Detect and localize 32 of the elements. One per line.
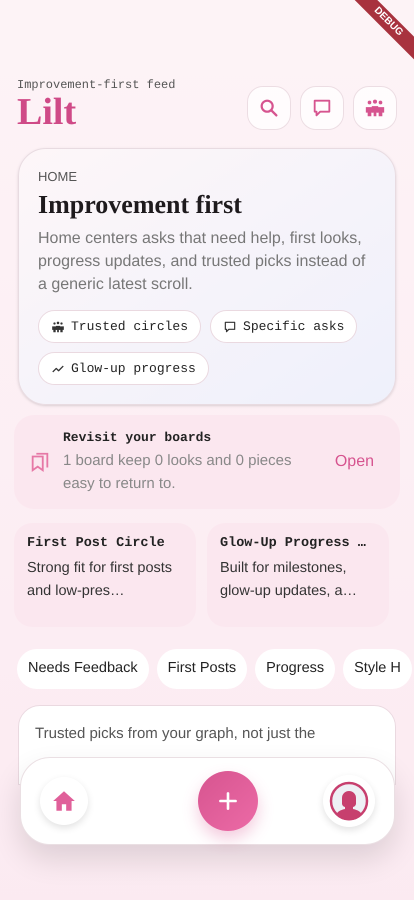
- people-button[interactable]: [353, 86, 397, 130]
- chip-label: Trusted circles: [71, 318, 188, 336]
- chat-button[interactable]: [300, 86, 344, 130]
- search-icon: [258, 97, 280, 119]
- home-button[interactable]: [40, 777, 88, 825]
- chip-label: Specific asks: [243, 318, 344, 336]
- boards-title: Revisit your boards: [63, 429, 212, 447]
- circle-card[interactable]: First Post Circle Strong fit for first posts and low-pres…: [14, 523, 196, 627]
- circle-title: First Post Circle: [27, 535, 166, 553]
- hero-description: Home centers asks that need help, first looks, progress updates, and trusted picks instead of a generic latest scroll.: [38, 229, 366, 295]
- chip-label: Glow-up progress: [71, 360, 196, 378]
- speech-bubble-icon: [311, 97, 333, 119]
- search-button[interactable]: [247, 86, 291, 130]
- filter-chip[interactable]: First Posts: [156, 649, 248, 689]
- feed-card-text: Trusted picks from your graph, not just the: [35, 724, 316, 744]
- avatar-icon: [329, 781, 369, 821]
- group-icon: [364, 97, 386, 119]
- app-logo: Lilt: [17, 93, 78, 131]
- circle-card[interactable]: Glow-Up Progress … Built for milestones, glow-up updates, a…: [207, 523, 389, 627]
- section-label: HOME: [38, 169, 78, 185]
- filter-chip[interactable]: Progress: [255, 649, 336, 689]
- speech-bubble-icon: [223, 320, 238, 334]
- group-icon: [51, 320, 65, 334]
- hero-title: Improvement first: [38, 189, 243, 221]
- filter-chip[interactable]: Needs Feedback: [17, 649, 149, 689]
- header-subtitle: Improvement-first feed: [17, 77, 176, 93]
- circle-title: Glow-Up Progress …: [220, 535, 367, 553]
- filter-chip[interactable]: Style H: [343, 649, 412, 689]
- boards-description: 1 board keep 0 looks and 0 pieces easy to return to.: [63, 451, 292, 494]
- bookmarks-icon: [29, 451, 51, 473]
- circle-description: Built for milestones, glow-up updates, a…: [220, 559, 358, 601]
- circle-description: Strong fit for first posts and low-pres…: [27, 559, 174, 601]
